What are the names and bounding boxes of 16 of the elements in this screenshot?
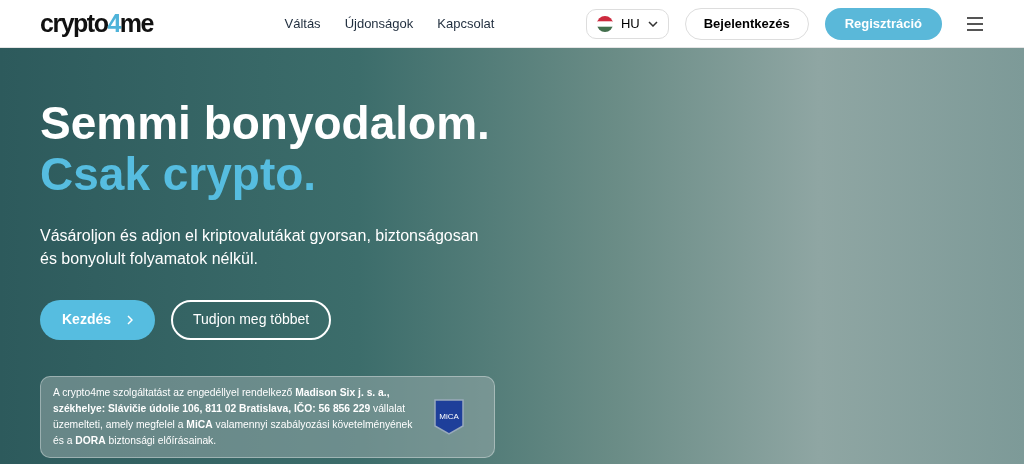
chevron-down-icon bbox=[647, 20, 658, 27]
flag-icon bbox=[596, 15, 613, 32]
learn-more-button[interactable]: Tudjon meg többet bbox=[171, 299, 332, 340]
nav-link[interactable]: Újdonságok bbox=[344, 13, 414, 34]
mica-badge: MiCA bbox=[432, 397, 466, 436]
hero-title: Semmi bonyodalom. bbox=[40, 98, 491, 149]
nav-link[interactable]: Kapcsolat bbox=[437, 13, 495, 34]
login-button[interactable]: Bejelentkezés bbox=[684, 7, 809, 40]
chevron-right-icon bbox=[127, 314, 134, 325]
menu-icon[interactable] bbox=[966, 16, 984, 31]
license-notice: A crypto4me szolgáltatást az engedéllyel rendelkező Madison Six j. s. a., székhelye: Slávičie údolie 106, 811 02 Bratislava, IČO: 56 856 229 vállalat üzemelteti, amely megfelel a MiCA valamennyi szabályozási követelményének és a DORA biztonsági előírásainak. bbox=[53, 386, 414, 448]
hero-title-accent: Csak crypto. bbox=[40, 148, 317, 200]
logo[interactable]: crypto4me bbox=[40, 4, 153, 43]
hero-subtitle: Vásároljon és adjon el kriptovalutákat gyorsan, biztonságosan és bonyolult folyamatok nélkül. bbox=[40, 226, 480, 269]
language-selector[interactable]: HU bbox=[585, 8, 669, 39]
nav-link[interactable]: Váltás bbox=[284, 13, 321, 34]
